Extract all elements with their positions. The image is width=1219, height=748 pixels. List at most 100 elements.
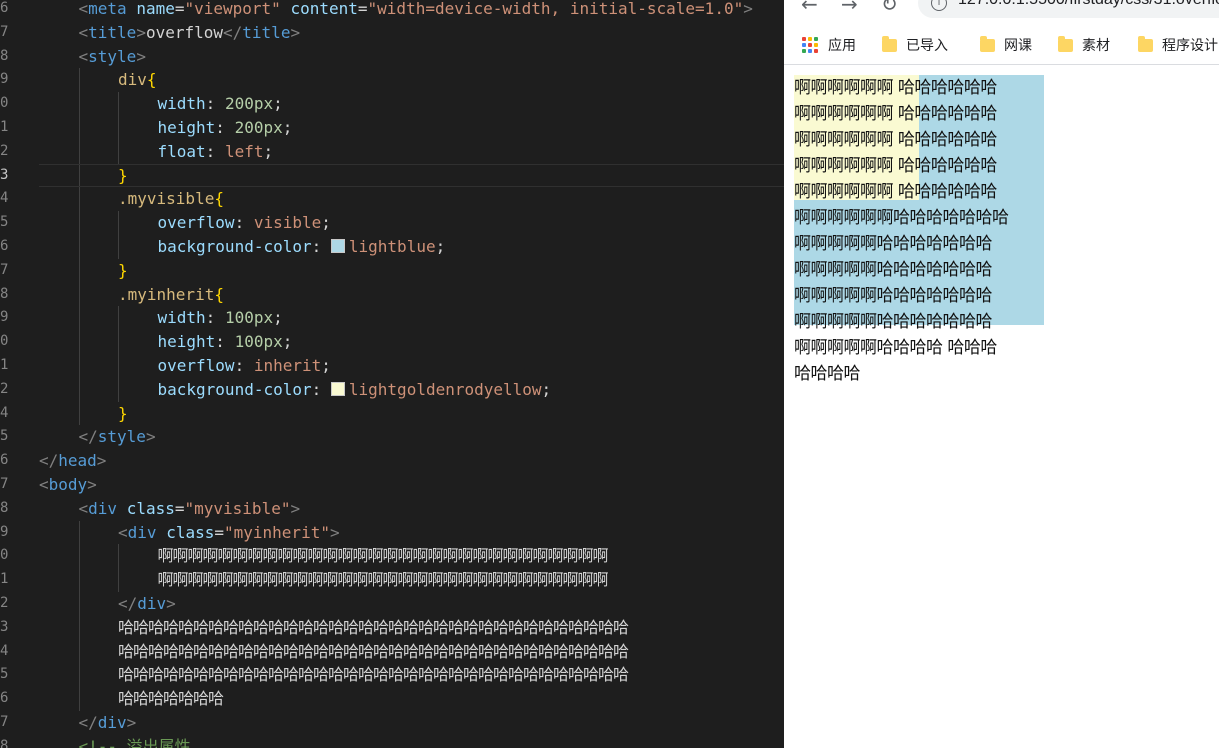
address-bar[interactable]: i 127.0.0.1:5500/firstday/css/31.overflo…	[918, 0, 1219, 18]
code-line[interactable]: width: 100px;	[39, 306, 784, 331]
back-arrow-icon[interactable]: ←	[801, 0, 818, 16]
code-line[interactable]: float: left;	[39, 139, 784, 164]
code-token: <	[118, 522, 128, 542]
code-line[interactable]: background-color: lightgoldenrodyellow;	[39, 377, 784, 402]
code-line-content: height: 100px;	[39, 332, 293, 352]
bookmark-apps[interactable]: 应用	[802, 34, 856, 56]
code-line[interactable]: overflow: visible;	[39, 211, 784, 235]
code-token: inherit	[253, 355, 322, 375]
color-swatch-icon[interactable]	[330, 238, 345, 253]
apps-grid-icon	[802, 36, 819, 54]
bookmark-folder[interactable]: 已导入	[882, 34, 948, 56]
folder-icon	[1138, 35, 1153, 52]
code-token: 哈哈哈哈哈哈哈	[118, 689, 224, 709]
bookmark-label: 应用	[828, 38, 856, 54]
line-number: 3	[0, 618, 8, 635]
indent-guide	[118, 115, 119, 140]
bookmark-label: 网课	[1004, 38, 1032, 54]
browser-toolbar: ← → ↻ i 127.0.0.1:5500/firstday/css/31.o…	[784, 0, 1219, 22]
code-token: :	[205, 141, 225, 161]
line-number: 4	[0, 190, 8, 207]
code-token: px	[253, 308, 274, 328]
code-token: background-color	[157, 236, 312, 256]
code-line-content: background-color: lightblue;	[39, 236, 446, 256]
code-line[interactable]: </div>	[39, 591, 784, 616]
code-line[interactable]: 啊啊啊啊啊啊啊啊啊啊啊啊啊啊啊啊啊啊啊啊啊啊啊啊啊啊啊啊啊啊	[39, 544, 784, 569]
code-line[interactable]: overflow: inherit;	[39, 353, 784, 378]
code-token: height	[157, 332, 216, 352]
code-line[interactable]: 哈哈哈哈哈哈哈	[39, 687, 784, 711]
code-line[interactable]: </div>	[39, 711, 784, 735]
indent-guide	[78, 282, 80, 307]
line-number: 9	[0, 71, 8, 88]
code-token: 100	[234, 332, 264, 352]
code-editor[interactable]: 67890123456789012456789012345678 <meta n…	[0, 0, 784, 748]
code-token: 啊啊啊啊啊啊啊啊啊啊啊啊啊啊啊啊啊啊啊啊啊啊啊啊啊啊啊啊啊啊	[157, 570, 609, 590]
code-line[interactable]: <!-- 溢出属性	[39, 735, 784, 748]
code-line[interactable]: }	[39, 258, 784, 283]
code-line[interactable]: 哈哈哈哈哈哈哈哈哈哈哈哈哈哈哈哈哈哈哈哈哈哈哈哈哈哈哈哈哈哈哈哈哈哈	[39, 615, 784, 640]
code-line[interactable]: </head>	[39, 449, 784, 473]
code-token: >	[136, 46, 146, 66]
code-line-content: 哈哈哈哈哈哈哈	[39, 689, 224, 709]
code-token: <	[78, 46, 89, 66]
line-number: 0	[0, 95, 8, 112]
code-token: ;	[435, 236, 446, 256]
code-token: =	[357, 0, 368, 18]
code-token: >	[87, 474, 97, 494]
code-line[interactable]: div{	[39, 68, 784, 93]
code-token: title	[242, 22, 291, 42]
code-line[interactable]: 啊啊啊啊啊啊啊啊啊啊啊啊啊啊啊啊啊啊啊啊啊啊啊啊啊啊啊啊啊啊	[39, 568, 784, 592]
code-line[interactable]: .myvisible{	[39, 187, 784, 212]
code-token: <!-- 溢出属性	[78, 736, 191, 748]
bookmark-folder[interactable]: 素材	[1058, 34, 1110, 56]
line-number: 7	[0, 713, 8, 730]
indent-guide	[78, 92, 80, 116]
code-token: >	[290, 22, 301, 42]
code-line[interactable]: <body>	[39, 473, 784, 497]
code-token: >	[166, 593, 176, 613]
code-line[interactable]: .myinherit{	[39, 282, 784, 307]
reload-icon[interactable]: ↻	[881, 0, 898, 16]
code-token: :	[234, 355, 254, 375]
code-token: ;	[541, 379, 552, 399]
code-line[interactable]: }	[39, 401, 784, 426]
code-token: style	[97, 427, 146, 447]
code-line-content: </head>	[39, 451, 106, 470]
code-line[interactable]: <div class="myvisible">	[39, 497, 784, 521]
address-url[interactable]: 127.0.0.1:5500/firstday/css/31.overflow.…	[958, 0, 1219, 9]
demo-text-line: 啊啊啊啊啊啊 哈哈哈哈哈哈	[794, 182, 997, 202]
code-token: :	[215, 117, 235, 137]
code-line-content: background-color: lightgoldenrodyellow;	[39, 379, 552, 399]
code-line[interactable]: 哈哈哈哈哈哈哈哈哈哈哈哈哈哈哈哈哈哈哈哈哈哈哈哈哈哈哈哈哈哈哈哈哈哈	[39, 663, 784, 688]
site-info-icon[interactable]: i	[931, 0, 947, 11]
code-line[interactable]: <meta name="viewport" content="width=dev…	[39, 0, 784, 21]
code-line[interactable]: background-color: lightblue;	[39, 234, 784, 259]
color-swatch-icon[interactable]	[330, 381, 345, 396]
code-token: 200	[224, 94, 254, 114]
code-line[interactable]: height: 200px;	[39, 115, 784, 140]
code-line[interactable]: }	[39, 163, 784, 188]
forward-arrow-icon[interactable]: →	[841, 0, 858, 16]
code-line[interactable]: </style>	[39, 425, 784, 449]
demo-text-line: 啊啊啊啊啊啊 哈哈哈哈哈哈	[794, 130, 997, 150]
code-line[interactable]: <title>overflow</title>	[39, 21, 784, 45]
code-token: >	[290, 498, 301, 518]
code-line[interactable]: <div class="myinherit">	[39, 520, 784, 545]
code-area[interactable]: <meta name="viewport" content="width=dev…	[39, 0, 784, 748]
code-line[interactable]: 哈哈哈哈哈哈哈哈哈哈哈哈哈哈哈哈哈哈哈哈哈哈哈哈哈哈哈哈哈哈哈哈哈哈	[39, 639, 784, 664]
demo-text-line: 啊啊啊啊啊啊 哈哈哈哈哈哈	[794, 104, 997, 124]
code-line-content: </div>	[39, 713, 137, 732]
line-number: 8	[0, 737, 8, 748]
line-number: 6	[0, 690, 8, 707]
indent-guide	[118, 211, 119, 235]
code-line[interactable]: width: 200px;	[39, 92, 784, 116]
code-line[interactable]: <style>	[39, 45, 784, 69]
code-token: px	[263, 332, 283, 352]
code-token: 200	[234, 117, 264, 137]
code-line[interactable]: height: 100px;	[39, 330, 784, 354]
indent-guide	[118, 330, 119, 354]
bookmark-folder[interactable]: 网课	[980, 34, 1032, 56]
bookmark-folder[interactable]: 程序设计	[1138, 34, 1218, 56]
